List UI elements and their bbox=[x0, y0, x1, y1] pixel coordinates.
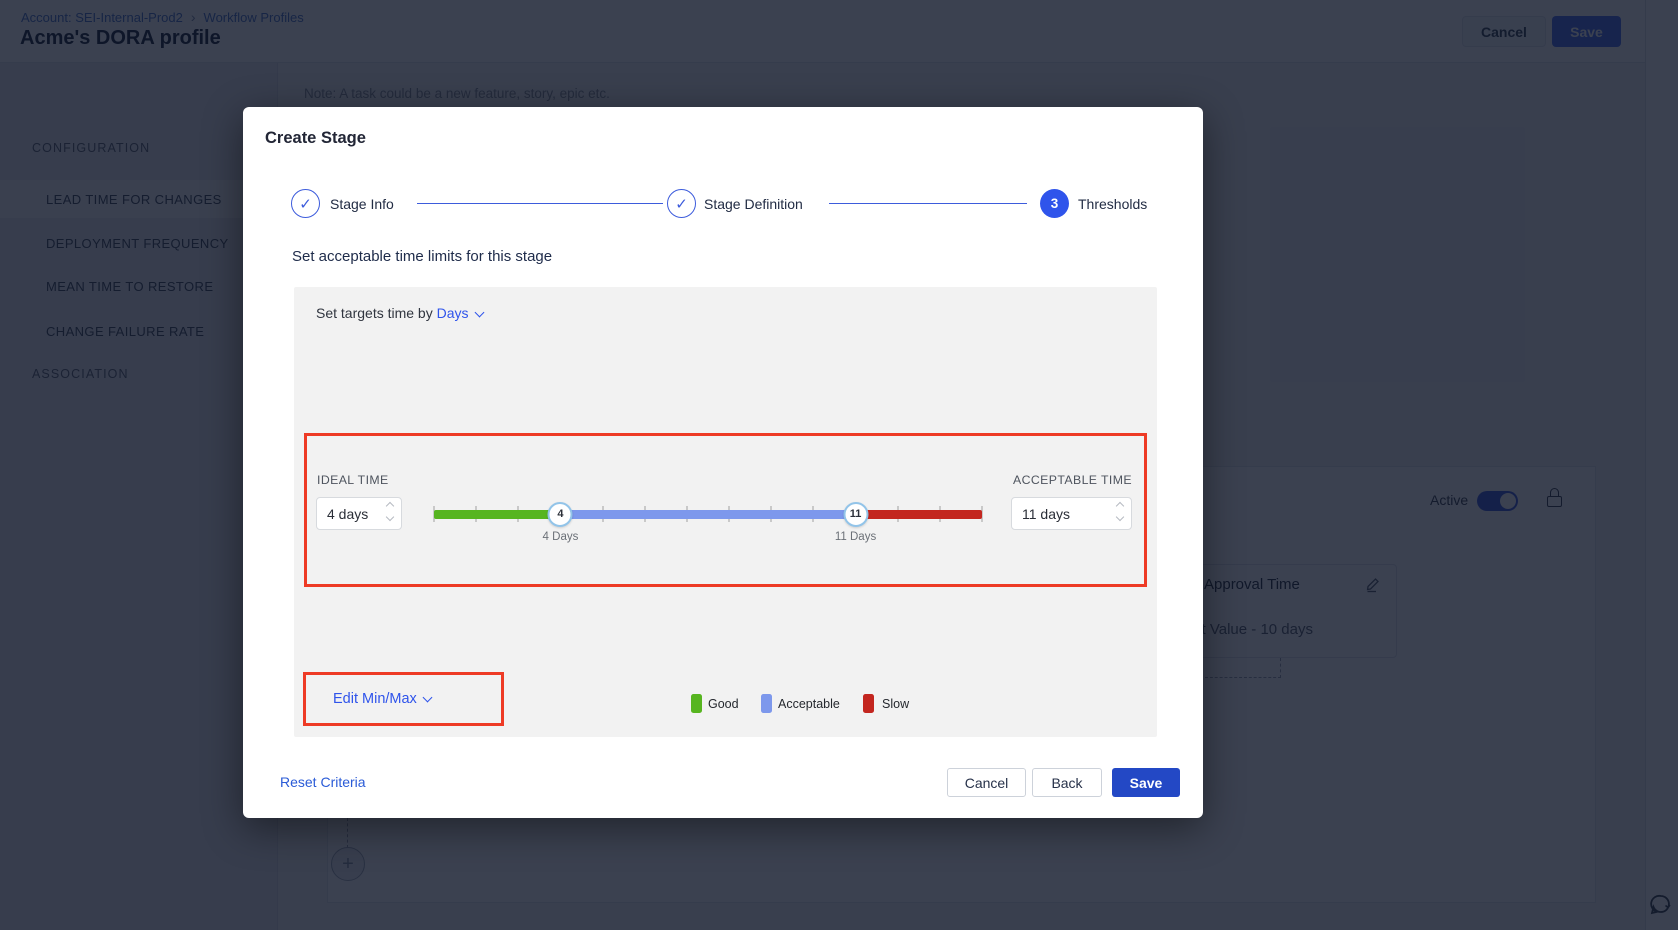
step-2-label: Stage Definition bbox=[704, 196, 803, 212]
reset-criteria-link[interactable]: Reset Criteria bbox=[280, 774, 366, 790]
slider-segment-good bbox=[434, 510, 560, 519]
step-connector-2 bbox=[829, 203, 1027, 204]
spinner-up-icon[interactable] bbox=[386, 502, 394, 510]
legend-label-slow: Slow bbox=[882, 697, 909, 711]
edit-minmax-toggle[interactable]: Edit Min/Max bbox=[333, 691, 431, 707]
modal-title: Create Stage bbox=[265, 129, 366, 148]
ideal-time-value: 4 days bbox=[317, 506, 368, 522]
create-stage-modal: Create Stage ✓ Stage Info ✓ Stage Defini… bbox=[243, 107, 1203, 818]
step-1-check-icon[interactable]: ✓ bbox=[291, 189, 320, 218]
slider-label-ideal: 4 Days bbox=[543, 531, 579, 543]
slider-segment-slow bbox=[856, 510, 982, 519]
step-2-check-icon[interactable]: ✓ bbox=[667, 189, 696, 218]
ideal-time-spinners bbox=[387, 503, 393, 520]
spinner-down-icon[interactable] bbox=[1116, 513, 1124, 521]
annotation-box-edit-minmax: Edit Min/Max bbox=[303, 672, 504, 726]
slider-handle-ideal[interactable]: 4 bbox=[548, 502, 573, 527]
legend-swatch-acceptable bbox=[761, 694, 772, 713]
target-time-line: Set targets time by Days bbox=[316, 305, 483, 321]
ideal-time-input[interactable]: 4 days bbox=[316, 497, 402, 530]
step-3-label: Thresholds bbox=[1078, 196, 1147, 212]
modal-cancel-button[interactable]: Cancel bbox=[947, 768, 1026, 797]
acceptable-time-label: ACCEPTABLE TIME bbox=[1013, 473, 1132, 487]
slider-segment-acceptable bbox=[560, 510, 855, 519]
step-connector-1 bbox=[417, 203, 663, 204]
legend-label-acceptable: Acceptable bbox=[778, 697, 840, 711]
legend-label-good: Good bbox=[708, 697, 739, 711]
chevron-down-icon bbox=[422, 693, 432, 703]
acceptable-time-input[interactable]: 11 days bbox=[1011, 497, 1132, 530]
slider-handle-acceptable[interactable]: 11 bbox=[843, 502, 868, 527]
acceptable-time-spinners bbox=[1117, 503, 1123, 520]
acceptable-time-value: 11 days bbox=[1012, 506, 1070, 522]
spinner-up-icon[interactable] bbox=[1116, 502, 1124, 510]
step-3-number[interactable]: 3 bbox=[1040, 189, 1069, 218]
thresholds-panel: Set targets time by Days IDEAL TIME 4 da… bbox=[294, 287, 1157, 737]
target-time-unit-dropdown[interactable]: Days bbox=[437, 305, 483, 321]
legend-swatch-good bbox=[691, 694, 702, 713]
modal-save-button[interactable]: Save bbox=[1112, 768, 1180, 797]
spinner-down-icon[interactable] bbox=[386, 513, 394, 521]
threshold-slider[interactable]: 4 11 4 Days 11 Days bbox=[434, 487, 982, 543]
chevron-down-icon bbox=[474, 308, 484, 318]
target-time-prefix: Set targets time by bbox=[316, 305, 433, 321]
ideal-time-label: IDEAL TIME bbox=[317, 473, 389, 487]
legend-swatch-slow bbox=[863, 694, 874, 713]
slider-label-acceptable: 11 Days bbox=[835, 531, 876, 543]
modal-back-button[interactable]: Back bbox=[1032, 768, 1102, 797]
modal-subtitle: Set acceptable time limits for this stag… bbox=[292, 248, 552, 265]
screen: Account: SEI-Internal-Prod2›Workflow Pro… bbox=[0, 0, 1678, 930]
step-1-label: Stage Info bbox=[330, 196, 394, 212]
